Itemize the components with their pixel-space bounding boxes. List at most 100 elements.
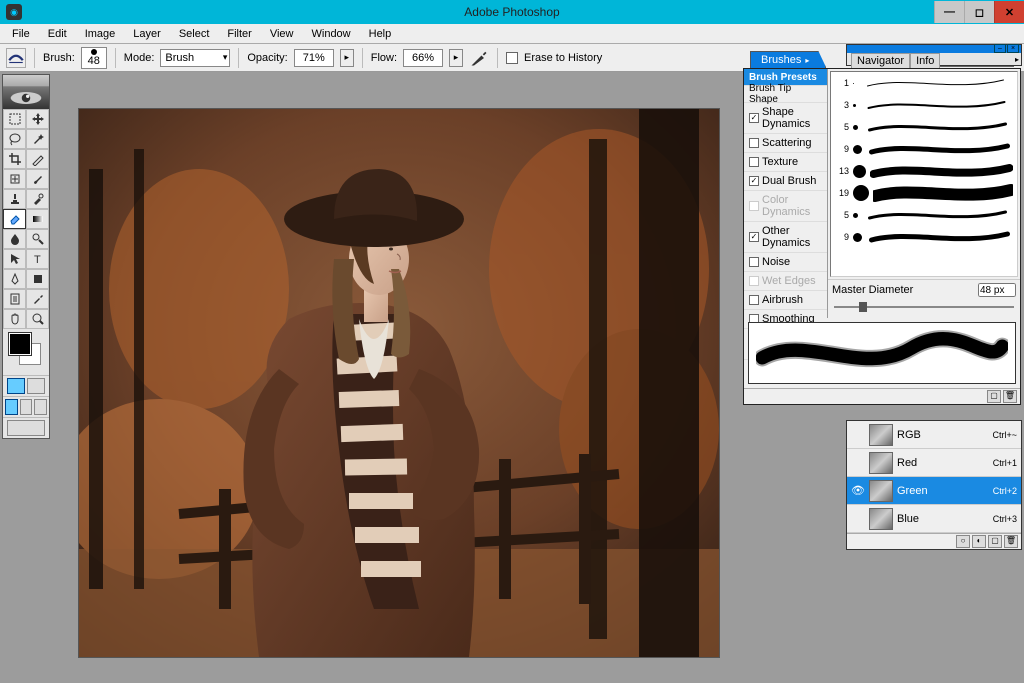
checkbox-icon[interactable]: [749, 295, 759, 305]
notes-tool[interactable]: [3, 289, 26, 309]
save-selection-icon[interactable]: ◐: [972, 535, 986, 548]
slice-tool[interactable]: [26, 149, 49, 169]
window-controls: — ◻ ✕: [934, 1, 1024, 23]
brush-option-shape-dynamics[interactable]: Shape Dynamics: [744, 103, 827, 134]
brush-option-noise[interactable]: Noise: [744, 253, 827, 272]
quickmask-mode-button[interactable]: [27, 378, 45, 394]
new-brush-icon[interactable]: ▢: [987, 390, 1001, 403]
jump-to-button[interactable]: [7, 420, 45, 436]
channel-blue[interactable]: BlueCtrl+3: [847, 505, 1021, 533]
erase-history-checkbox[interactable]: [506, 52, 518, 64]
brush-option-other-dynamics[interactable]: Other Dynamics: [744, 222, 827, 253]
menu-filter[interactable]: Filter: [219, 26, 259, 42]
eyedropper-tool[interactable]: [26, 289, 49, 309]
screen-full-menu-button[interactable]: [20, 399, 33, 415]
lasso-tool[interactable]: [3, 129, 26, 149]
toolbox-grip[interactable]: [3, 75, 49, 87]
brush-preset-picker[interactable]: 48: [81, 47, 107, 69]
marquee-tool[interactable]: [3, 109, 26, 129]
panel-close-icon[interactable]: ×: [1007, 44, 1019, 53]
navigator-panel[interactable]: –× Navigator Info ▸: [846, 44, 1022, 66]
channel-red[interactable]: RedCtrl+1: [847, 449, 1021, 477]
delete-channel-icon[interactable]: 🗑: [1004, 535, 1018, 548]
heal-tool[interactable]: [3, 169, 26, 189]
checkbox-icon[interactable]: [749, 138, 759, 148]
menu-image[interactable]: Image: [77, 26, 124, 42]
stamp-tool[interactable]: [3, 189, 26, 209]
menu-select[interactable]: Select: [171, 26, 218, 42]
new-channel-icon[interactable]: ▢: [988, 535, 1002, 548]
close-button[interactable]: ✕: [994, 1, 1024, 23]
gradient-tool[interactable]: [26, 209, 49, 229]
panel-min-icon[interactable]: –: [994, 44, 1006, 53]
flow-flyout[interactable]: ▸: [449, 49, 463, 67]
airbrush-icon[interactable]: [469, 48, 489, 68]
brush-stroke-list[interactable]: 1359131959: [830, 71, 1018, 277]
checkbox-icon[interactable]: [749, 157, 759, 167]
tool-preset-icon[interactable]: [6, 48, 26, 68]
dodge-tool[interactable]: [26, 229, 49, 249]
brush-stroke-row[interactable]: 3: [831, 94, 1017, 116]
document-canvas[interactable]: [79, 109, 719, 657]
menu-file[interactable]: File: [4, 26, 38, 42]
visibility-icon[interactable]: 👁: [851, 484, 865, 497]
menu-window[interactable]: Window: [304, 26, 359, 42]
brush-tip-shape[interactable]: Brush Tip Shape: [744, 86, 827, 103]
hand-tool[interactable]: [3, 309, 26, 329]
screen-full-button[interactable]: [34, 399, 47, 415]
checkbox-icon[interactable]: [749, 257, 759, 267]
brush-option-texture[interactable]: Texture: [744, 153, 827, 172]
checkbox-icon[interactable]: [749, 232, 759, 242]
brush-tool[interactable]: [26, 169, 49, 189]
eraser-tool[interactable]: [3, 209, 26, 229]
standard-mode-button[interactable]: [7, 378, 25, 394]
brush-option-airbrush[interactable]: Airbrush: [744, 291, 827, 310]
load-selection-icon[interactable]: ○: [956, 535, 970, 548]
pen-tool[interactable]: [3, 269, 26, 289]
zoom-tool[interactable]: [26, 309, 49, 329]
brush-stroke-row[interactable]: 5: [831, 204, 1017, 226]
shape-tool[interactable]: [26, 269, 49, 289]
master-diameter-input[interactable]: [978, 283, 1016, 297]
menu-view[interactable]: View: [262, 26, 302, 42]
color-swatches[interactable]: [7, 333, 45, 371]
delete-brush-icon[interactable]: 🗑: [1003, 390, 1017, 403]
checkbox-icon[interactable]: [749, 176, 759, 186]
brush-stroke-row[interactable]: 9: [831, 226, 1017, 248]
path-select-tool[interactable]: [3, 249, 26, 269]
tab-info[interactable]: Info: [910, 53, 940, 68]
crop-tool[interactable]: [3, 149, 26, 169]
minimize-button[interactable]: —: [934, 1, 964, 23]
opacity-input[interactable]: 71%: [294, 49, 334, 67]
wand-tool[interactable]: [26, 129, 49, 149]
brush-stroke-row[interactable]: 19: [831, 182, 1017, 204]
screen-standard-button[interactable]: [5, 399, 18, 415]
menu-layer[interactable]: Layer: [125, 26, 169, 42]
checkbox-icon[interactable]: [749, 113, 759, 123]
mode-select[interactable]: Brush: [160, 49, 230, 67]
type-tool[interactable]: T: [26, 249, 49, 269]
panel-menu-icon[interactable]: ▸: [1015, 55, 1019, 64]
move-tool[interactable]: [26, 109, 49, 129]
brush-option-scattering[interactable]: Scattering: [744, 134, 827, 153]
maximize-button[interactable]: ◻: [964, 1, 994, 23]
title-bar: ◉ Adobe Photoshop — ◻ ✕: [0, 0, 1024, 24]
brush-stroke-row[interactable]: 9: [831, 138, 1017, 160]
tab-brushes[interactable]: Brushes▸: [750, 51, 826, 68]
opacity-flyout[interactable]: ▸: [340, 49, 354, 67]
master-diameter-slider[interactable]: [834, 300, 1014, 314]
flow-input[interactable]: 66%: [403, 49, 443, 67]
history-brush-tool[interactable]: [26, 189, 49, 209]
channel-thumb: [869, 508, 893, 530]
tab-navigator[interactable]: Navigator: [851, 53, 910, 68]
channel-rgb[interactable]: RGBCtrl+~: [847, 421, 1021, 449]
brush-stroke-row[interactable]: 5: [831, 116, 1017, 138]
menu-help[interactable]: Help: [361, 26, 400, 42]
brush-stroke-row[interactable]: 13: [831, 160, 1017, 182]
brush-stroke-row[interactable]: 1: [831, 72, 1017, 94]
foreground-color[interactable]: [9, 333, 31, 355]
channel-green[interactable]: 👁GreenCtrl+2: [847, 477, 1021, 505]
menu-edit[interactable]: Edit: [40, 26, 75, 42]
brush-option-dual-brush[interactable]: Dual Brush: [744, 172, 827, 191]
blur-tool[interactable]: [3, 229, 26, 249]
